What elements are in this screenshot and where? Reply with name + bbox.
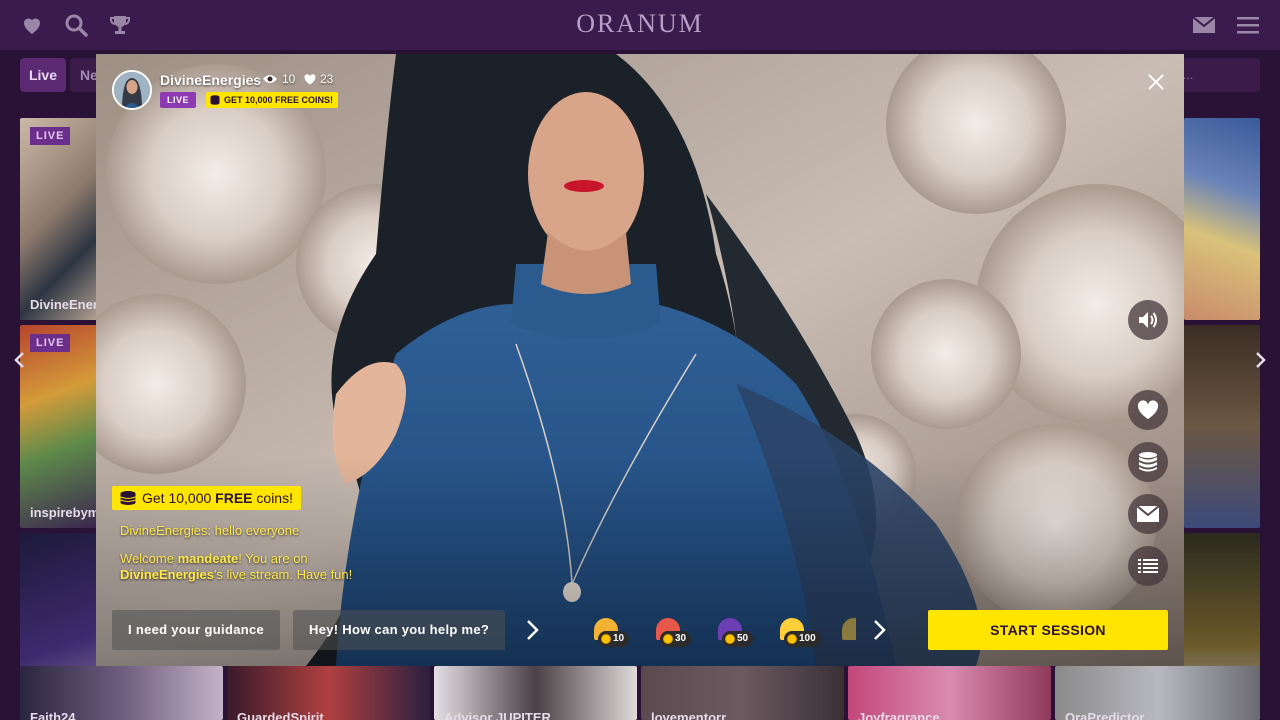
coin-icon (787, 634, 797, 644)
message-button[interactable] (1128, 494, 1168, 534)
favorite-button[interactable] (1128, 390, 1168, 430)
viewer-count: 10 (262, 72, 295, 86)
performer-card[interactable]: OraPredictor (1055, 666, 1260, 720)
menu-icon[interactable] (1236, 13, 1260, 37)
welcome-username: mandeate (177, 551, 239, 566)
coin-icon (725, 634, 735, 644)
carousel-prev-icon[interactable] (10, 350, 30, 370)
gift-price: 50 (722, 631, 754, 647)
performer-name[interactable]: DivineEnergies (160, 72, 261, 88)
gift-item-partial[interactable] (842, 614, 856, 650)
performer-card[interactable]: Joyfragrance (848, 666, 1051, 720)
performer-card-name: lovementorr (651, 710, 727, 720)
gift-price: 10 (598, 631, 630, 647)
coins-icon (210, 95, 220, 105)
performer-card[interactable] (1184, 118, 1260, 320)
free-coins-banner-prefix: Get 10,000 (142, 490, 216, 506)
performer-card-name: OraPredictor (1065, 710, 1145, 720)
filter-live-tab[interactable]: Live (20, 58, 66, 92)
performer-card[interactable]: Faith24 (20, 666, 223, 720)
gift-price-value: 100 (799, 633, 816, 644)
chat-welcome-message: Welcome mandeate! You are on DivineEnergi… (120, 551, 352, 583)
buy-coins-button[interactable] (1128, 442, 1168, 482)
list-icon (1138, 559, 1158, 573)
gift-item[interactable]: 100 (780, 614, 821, 650)
performer-card[interactable]: LIVE DivineEner (20, 118, 100, 320)
coin-icon (601, 634, 611, 644)
performer-card[interactable]: lovementorr (641, 666, 844, 720)
close-icon[interactable] (1146, 72, 1166, 92)
performer-card-name: Advisor JUPITER (444, 710, 551, 720)
performer-card-name: Faith24 (30, 710, 76, 720)
performer-card-name: Joyfragrance (858, 710, 940, 720)
top-bar: ORANUM (0, 0, 1280, 50)
performer-card[interactable] (1184, 325, 1260, 528)
performer-card[interactable]: LIVE inspirebym (20, 325, 100, 528)
welcome-prefix: Welcome (120, 551, 178, 566)
heart-icon (304, 73, 316, 84)
chat-list-button[interactable] (1128, 546, 1168, 586)
free-coins-badge[interactable]: GET 10,000 FREE COINS! (206, 92, 339, 108)
quick-reply-button[interactable]: Hey! How can you help me? (293, 610, 506, 650)
performer-card-name: DivineEner (30, 297, 98, 312)
volume-button[interactable] (1128, 300, 1168, 340)
free-coins-banner[interactable]: Get 10,000 FREE coins! (112, 486, 301, 510)
gift-price: 100 (784, 631, 821, 647)
start-session-button[interactable]: START SESSION (928, 610, 1168, 650)
coins-icon (120, 491, 136, 505)
like-count: 23 (304, 72, 333, 86)
coins-icon (1139, 452, 1157, 472)
gift-item[interactable]: 50 (718, 614, 758, 650)
performer-avatar[interactable] (112, 70, 152, 110)
welcome-performer: DivineEnergies (120, 567, 214, 582)
gift-price-value: 10 (613, 633, 625, 644)
gift-icon (842, 618, 856, 640)
heart-icon (1137, 400, 1159, 420)
live-badge: LIVE (160, 92, 197, 108)
brand-logo[interactable]: ORANUM (0, 9, 1280, 39)
gift-price-value: 30 (675, 633, 687, 644)
welcome-mid: ! You are on (238, 551, 308, 566)
envelope-icon (1137, 506, 1159, 522)
welcome-suffix: 's live stream. Have fun! (213, 567, 353, 582)
stream-preview-modal: DivineEnergies 10 23 LIVE GET 10,000 FRE… (96, 54, 1184, 666)
carousel-next-icon[interactable] (1250, 350, 1270, 370)
chevron-right-icon[interactable] (524, 618, 540, 642)
eye-icon (263, 75, 277, 83)
chat-message: DivineEnergies: hello everyone (120, 523, 300, 538)
performer-card[interactable]: Advisor JUPITER (434, 666, 637, 720)
coin-icon (663, 634, 673, 644)
gift-item[interactable]: 30 (656, 614, 696, 650)
gift-item[interactable]: 10 (594, 614, 634, 650)
performer-card[interactable]: GuardedSpirit (227, 666, 430, 720)
free-coins-banner-suffix: coins! (252, 490, 293, 506)
live-badge: LIVE (30, 334, 71, 352)
live-badge: LIVE (30, 127, 71, 145)
viewer-count-value: 10 (282, 72, 296, 86)
free-coins-badge-text: GET 10,000 FREE COINS! (224, 95, 334, 105)
speaker-icon (1139, 312, 1157, 328)
quick-reply-button[interactable]: I need your guidance (112, 610, 281, 650)
gift-price: 30 (660, 631, 692, 647)
free-coins-banner-bold: FREE (215, 490, 253, 506)
like-count-value: 23 (320, 72, 334, 86)
chevron-right-icon[interactable] (871, 618, 887, 642)
gift-price-value: 50 (737, 633, 749, 644)
envelope-icon[interactable] (1192, 13, 1216, 37)
performer-card-name: inspirebym (30, 505, 100, 520)
performer-card-name: GuardedSpirit (237, 710, 324, 720)
